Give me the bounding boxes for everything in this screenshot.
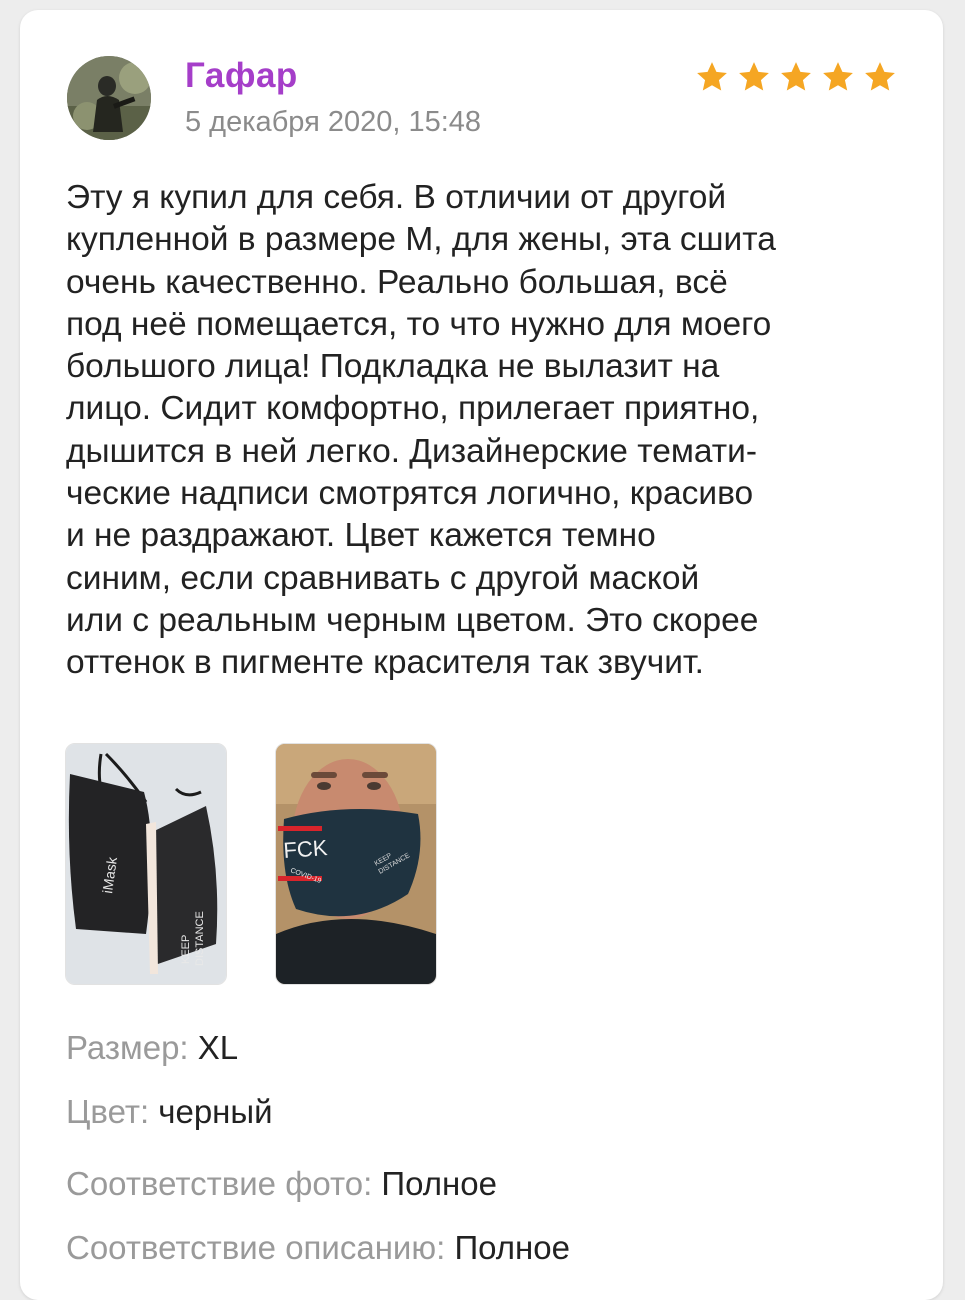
property-label: Цвет: xyxy=(66,1093,159,1130)
property-value: Полное xyxy=(454,1229,570,1266)
mask-print-distance: DISTANCE xyxy=(194,911,206,966)
star-icon xyxy=(697,62,727,91)
property-color: Цвет: черный xyxy=(66,1093,273,1131)
property-label: Соответствие фото: xyxy=(66,1165,382,1202)
review-photo-man-in-mask[interactable]: FCK COVID-19 KEEP DISTANCE xyxy=(275,743,437,985)
review-date: 5 декабря 2020, 15:48 xyxy=(185,106,482,138)
star-icon xyxy=(865,62,895,91)
property-size: Размер: XL xyxy=(66,1029,238,1067)
property-value: XL xyxy=(197,1029,239,1066)
property-value: Полное xyxy=(381,1165,497,1202)
property-value: черный xyxy=(158,1093,273,1130)
star-icon xyxy=(781,62,811,91)
rating-stars xyxy=(695,60,897,94)
property-label: Размер: xyxy=(66,1029,198,1066)
mask-print-keep: KEEP xyxy=(180,935,192,964)
review-photo-masks[interactable]: iMask KEEP DISTANCE xyxy=(65,743,227,985)
property-photo-match: Соответствие фото: Полное xyxy=(66,1165,497,1203)
author-name[interactable]: Гафар xyxy=(185,56,298,96)
avatar[interactable] xyxy=(67,56,151,140)
review-card: Гафар 5 декабря 2020, 15:48 Эту я купил … xyxy=(20,10,943,1300)
property-label: Соответствие описанию: xyxy=(66,1229,455,1266)
star-icon xyxy=(823,62,853,91)
mask-print-fck: FCK xyxy=(283,835,329,863)
property-description-match: Соответствие описанию: Полное xyxy=(66,1229,570,1267)
star-icon xyxy=(739,62,769,91)
review-text: Эту я купил для себя. В отличии от друго… xyxy=(66,179,776,682)
